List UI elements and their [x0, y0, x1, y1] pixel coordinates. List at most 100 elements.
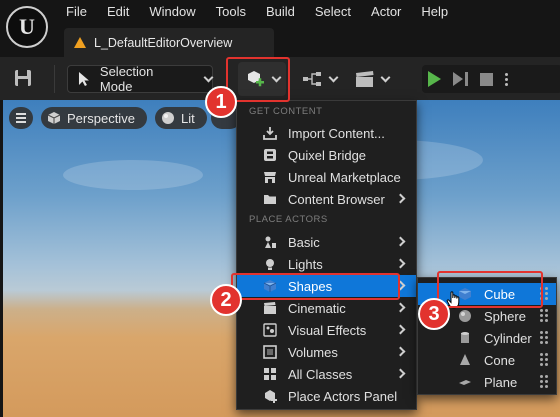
chevron-right-icon [395, 302, 406, 313]
volume-icon [263, 345, 277, 359]
chevron-down-icon [380, 72, 391, 82]
step-marker-3: 3 [418, 298, 450, 330]
step-marker-1: 1 [205, 86, 237, 118]
bridge-icon [264, 149, 276, 161]
menu-item-label: Place Actors Panel [288, 389, 398, 404]
play-options-icon[interactable] [505, 72, 508, 86]
folder-icon [264, 195, 276, 204]
menu-item-volumes[interactable]: Volumes [237, 341, 416, 363]
cube-icon [47, 112, 61, 124]
highlight-shapes-item [231, 273, 400, 300]
plane-icon [459, 380, 471, 385]
menu-item-label: Lights [288, 257, 323, 272]
save-icon[interactable] [13, 68, 33, 88]
menu-item-import-content[interactable]: Import Content... [237, 122, 416, 144]
menu-select[interactable]: Select [305, 0, 361, 24]
step-marker-2: 2 [210, 284, 242, 316]
sphere-icon [459, 310, 471, 322]
menu-item-place-actors-panel[interactable]: Place Actors Panel [237, 385, 416, 407]
lit-sphere-icon [162, 112, 174, 124]
viewport-options-button[interactable] [9, 107, 33, 129]
menu-item-label: Visual Effects [288, 323, 367, 338]
shape-item-cylinder[interactable]: Cylinder [418, 327, 556, 349]
perspective-button[interactable]: Perspective [41, 107, 147, 129]
menu-item-unreal-marketplace[interactable]: Unreal Marketplace [237, 166, 416, 188]
cinematics-button[interactable] [352, 65, 396, 93]
view-mode-button[interactable]: Lit [155, 107, 207, 129]
menu-item-quixel-bridge[interactable]: Quixel Bridge [237, 144, 416, 166]
menu-item-visual-effects[interactable]: Visual Effects [237, 319, 416, 341]
menu-tools[interactable]: Tools [206, 0, 256, 24]
menu-window[interactable]: Window [139, 0, 205, 24]
chevron-right-icon [395, 346, 406, 357]
section-header-get-content: GET CONTENT [249, 106, 323, 117]
chevron-down-icon [328, 72, 339, 82]
blueprint-icon [303, 72, 321, 86]
menu-actor[interactable]: Actor [361, 0, 411, 24]
basic-icon [265, 236, 276, 248]
level-icon [74, 37, 86, 48]
menu-item-content-browser[interactable]: Content Browser [237, 188, 416, 210]
unreal-logo-icon[interactable]: U [6, 6, 48, 48]
select-arrow-icon [78, 72, 89, 86]
toolbar-separator [54, 65, 55, 93]
clapperboard-icon [356, 71, 374, 87]
step-forward-icon[interactable] [453, 72, 468, 86]
document-tab-label: L_DefaultEditorOverview [94, 35, 233, 50]
drag-handle-icon[interactable] [540, 309, 548, 322]
chevron-right-icon [395, 368, 406, 379]
shape-item-label: Cone [484, 353, 516, 368]
section-header-place-actors: PLACE ACTORS [249, 214, 328, 225]
menu-help[interactable]: Help [411, 0, 458, 24]
chevron-right-icon [395, 258, 406, 269]
menu-item-label: Content Browser [288, 192, 385, 207]
cone-icon [460, 354, 470, 365]
hamburger-icon [16, 113, 26, 123]
menu-item-label: Unreal Marketplace [288, 170, 401, 185]
chevron-right-icon [395, 236, 406, 247]
menu-item-label: All Classes [288, 367, 353, 382]
lit-label: Lit [181, 110, 195, 126]
shape-item-label: Sphere [484, 309, 526, 324]
highlight-cube-item [437, 271, 543, 308]
play-controls [422, 65, 560, 93]
quick-add-menu: GET CONTENT Import Content... Quixel Bri… [236, 100, 417, 410]
stop-icon[interactable] [480, 72, 493, 86]
blueprints-button[interactable] [298, 65, 342, 93]
chevron-down-icon [203, 72, 214, 82]
cylinder-icon [461, 332, 469, 343]
classes-icon [264, 368, 276, 380]
menu-item-all-classes[interactable]: All Classes [237, 363, 416, 385]
shape-item-cone[interactable]: Cone [418, 349, 556, 371]
drag-handle-icon[interactable] [540, 353, 548, 366]
light-icon [266, 259, 274, 270]
shape-item-label: Plane [484, 375, 518, 390]
menu-build[interactable]: Build [256, 0, 305, 24]
menu-item-label: Cinematic [288, 301, 346, 316]
perspective-label: Perspective [67, 110, 135, 126]
import-icon [263, 127, 277, 140]
menu-bar: File Edit Window Tools Build Select Acto… [56, 0, 458, 24]
menu-item-lights[interactable]: Lights [237, 253, 416, 275]
shape-item-label: Cylinder [484, 331, 532, 346]
menu-item-cinematic[interactable]: Cinematic [237, 297, 416, 319]
menu-item-label: Volumes [288, 345, 338, 360]
document-tab[interactable]: L_DefaultEditorOverview [64, 28, 274, 57]
chevron-right-icon [395, 324, 406, 335]
drag-handle-icon[interactable] [540, 375, 548, 388]
play-icon[interactable] [428, 71, 441, 87]
film-icon [264, 302, 276, 314]
selection-mode-button[interactable]: Selection Mode [67, 64, 214, 94]
menu-item-basic[interactable]: Basic [237, 231, 416, 253]
drag-handle-icon[interactable] [540, 331, 548, 344]
menu-edit[interactable]: Edit [97, 0, 139, 24]
menu-file[interactable]: File [56, 0, 97, 24]
selection-mode-label: Selection Mode [99, 64, 154, 94]
marketplace-icon [264, 172, 276, 183]
title-bar: U File Edit Window Tools Build Select Ac… [0, 0, 560, 57]
place-actors-icon [265, 390, 277, 403]
menu-item-label: Import Content... [288, 126, 385, 141]
shape-item-plane[interactable]: Plane [418, 371, 556, 393]
menu-item-label: Basic [288, 235, 320, 250]
menu-item-label: Quixel Bridge [288, 148, 367, 163]
